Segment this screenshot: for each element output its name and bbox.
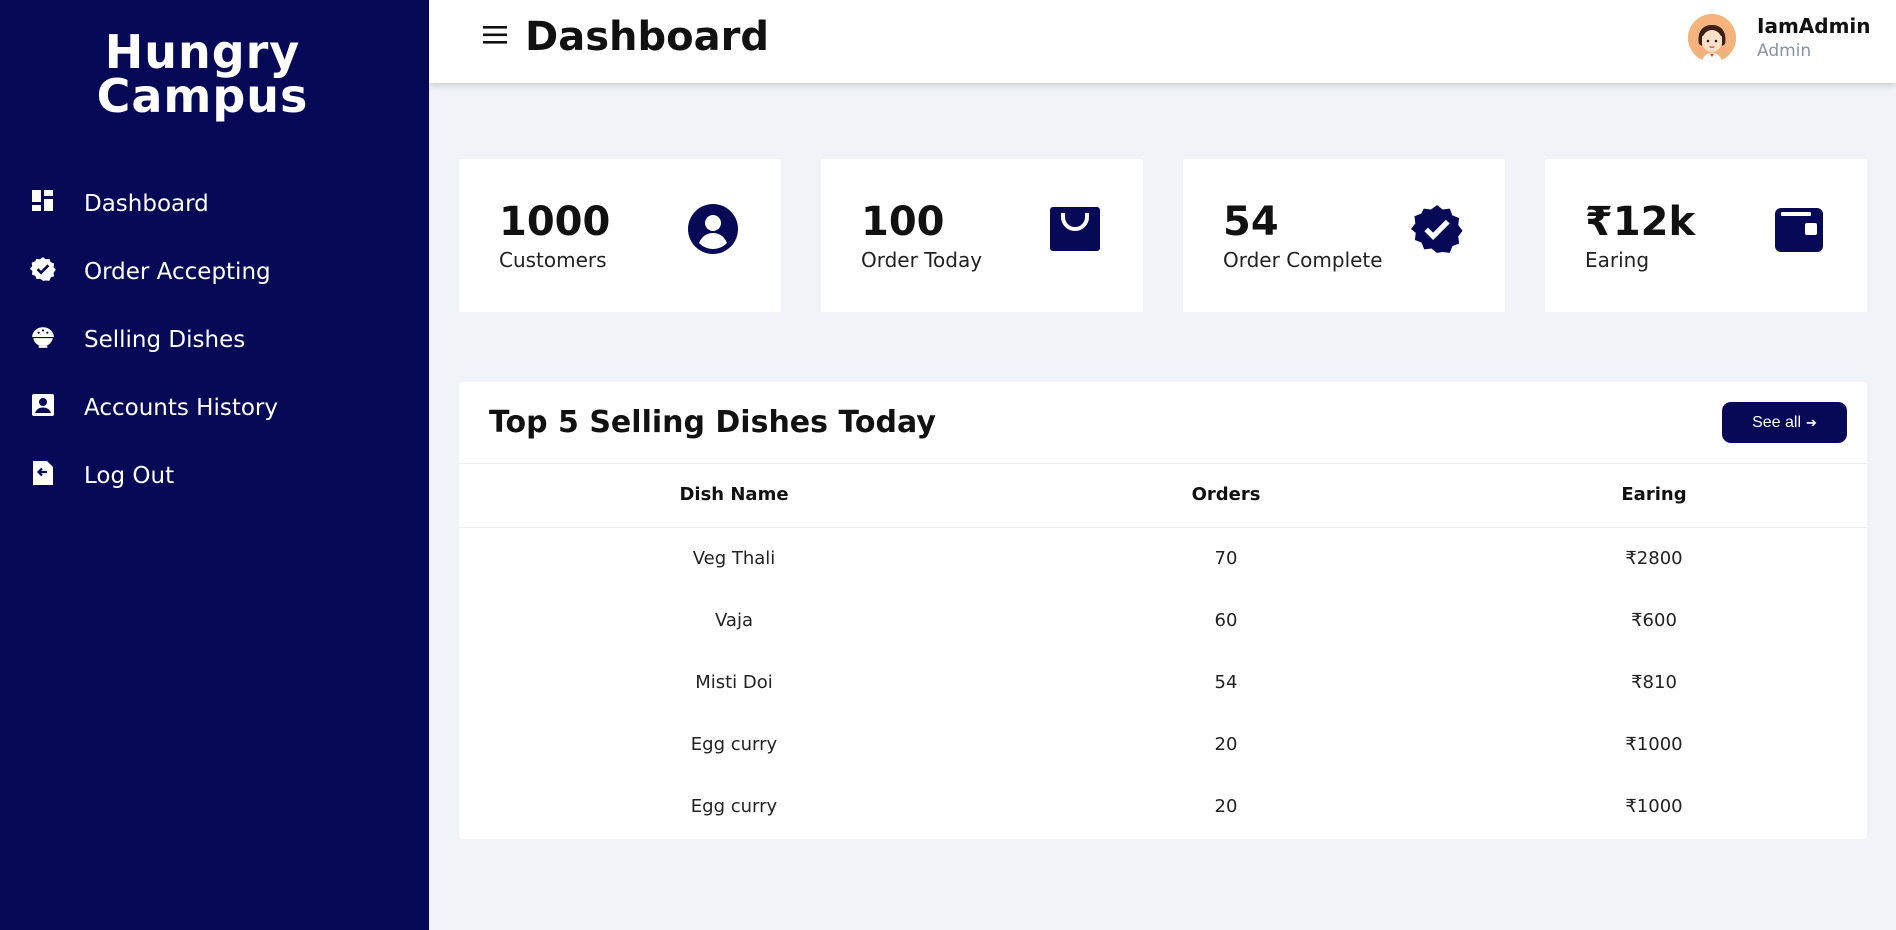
stat-value: 100 xyxy=(861,199,945,245)
stat-label: Customers xyxy=(499,248,607,272)
sidebar-item-selling-dishes[interactable]: Selling Dishes xyxy=(0,306,429,374)
cell-earing: ₹2800 xyxy=(1625,548,1683,569)
cell-earing: ₹600 xyxy=(1631,610,1677,631)
avatar[interactable] xyxy=(1688,14,1736,62)
arrow-right-icon: ➔ xyxy=(1806,414,1817,430)
shopping-bag-icon xyxy=(1049,203,1101,255)
brand-line-1: Hungry xyxy=(104,25,301,79)
sidebar-item-label: Dashboard xyxy=(84,191,209,217)
stat-value: 54 xyxy=(1223,199,1279,245)
user-circle-icon xyxy=(687,203,739,255)
column-header-earing[interactable]: Earing xyxy=(1454,484,1854,505)
cell-earing: ₹1000 xyxy=(1625,796,1683,817)
rice-bowl-icon xyxy=(30,324,56,350)
panel-title: Top 5 Selling Dishes Today xyxy=(489,405,936,440)
brand-logo: Hungry Campus xyxy=(0,25,405,123)
verified-check-icon xyxy=(1411,203,1463,255)
cell-orders: 54 xyxy=(1214,672,1238,693)
sidebar-item-label: Accounts History xyxy=(84,395,278,421)
verified-badge-icon xyxy=(30,256,56,282)
sidebar-item-label: Log Out xyxy=(84,463,175,489)
user-role: Admin xyxy=(1757,41,1812,61)
dashboard-icon xyxy=(30,188,56,214)
stat-label: Earing xyxy=(1585,248,1650,272)
cell-orders: 60 xyxy=(1214,610,1238,631)
column-header-orders[interactable]: Orders xyxy=(1026,484,1426,505)
brand-line-2: Campus xyxy=(96,69,309,123)
see-all-label: See all xyxy=(1752,413,1801,431)
see-all-button[interactable]: See all ➔ xyxy=(1722,402,1847,443)
logout-icon xyxy=(30,460,56,486)
cell-dish-name: Misti Doi xyxy=(695,672,773,693)
stat-card-customers: 1000 Customers xyxy=(459,159,781,312)
stat-card-earing: ₹12k Earing xyxy=(1545,159,1867,312)
cell-dish-name: Veg Thali xyxy=(692,548,776,569)
stat-label: Order Today xyxy=(861,248,983,272)
sidebar-item-label: Selling Dishes xyxy=(84,327,246,353)
user-name: IamAdmin xyxy=(1757,14,1871,38)
cell-orders: 20 xyxy=(1214,796,1238,817)
sidebar-nav: Dashboard Order Accepting Selling Dishes… xyxy=(0,170,429,510)
stat-label: Order Complete xyxy=(1223,248,1383,272)
wallet-icon xyxy=(1773,203,1825,255)
account-box-icon xyxy=(30,392,56,418)
hamburger-menu-icon[interactable] xyxy=(483,24,507,46)
cell-dish-name: Egg curry xyxy=(690,796,778,817)
sidebar: Hungry Campus Dashboard Order Accepting … xyxy=(0,0,429,930)
cell-dish-name: Vaja xyxy=(715,610,753,631)
sidebar-item-order-accepting[interactable]: Order Accepting xyxy=(0,238,429,306)
cell-orders: 70 xyxy=(1214,548,1238,569)
sidebar-item-label: Order Accepting xyxy=(84,259,271,285)
divider xyxy=(459,463,1867,464)
cell-dish-name: Egg curry xyxy=(690,734,778,755)
sidebar-item-accounts-history[interactable]: Accounts History xyxy=(0,374,429,442)
cell-earing: ₹1000 xyxy=(1625,734,1683,755)
cell-earing: ₹810 xyxy=(1631,672,1677,693)
page-title: Dashboard xyxy=(525,14,769,60)
column-header-dish-name[interactable]: Dish Name xyxy=(534,484,934,505)
stat-card-order-today: 100 Order Today xyxy=(821,159,1143,312)
stat-card-order-complete: 54 Order Complete xyxy=(1183,159,1505,312)
top-bar: Dashboard IamAdmin Admin xyxy=(429,0,1896,83)
cell-orders: 20 xyxy=(1214,734,1238,755)
divider xyxy=(459,527,1867,528)
stat-value: 1000 xyxy=(499,199,611,245)
sidebar-item-log-out[interactable]: Log Out xyxy=(0,442,429,510)
top-dishes-panel: Top 5 Selling Dishes Today See all ➔ Dis… xyxy=(459,382,1867,839)
stat-value: ₹12k xyxy=(1585,199,1696,245)
sidebar-item-dashboard[interactable]: Dashboard xyxy=(0,170,429,238)
